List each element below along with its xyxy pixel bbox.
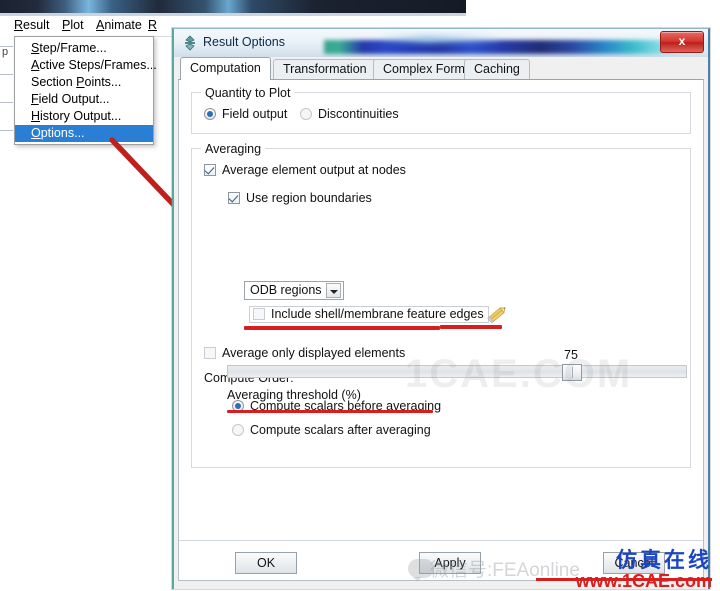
menu-item-history-output[interactable]: History Output... [15, 108, 153, 125]
menubar-item-plot[interactable]: Plot [62, 18, 84, 32]
checkbox-average-only-displayed-indicator [204, 347, 216, 359]
menu-item-active-steps-frames[interactable]: Active Steps/Frames... [15, 57, 157, 74]
abaqus-diamond-icon [185, 35, 195, 51]
dialog-title: Result Options [203, 35, 285, 49]
tab-computation[interactable]: Computation [180, 57, 271, 80]
checkbox-average-only-displayed[interactable]: Average only displayed elements [204, 346, 405, 360]
radio-compute-after-averaging-label: Compute scalars after averaging [250, 423, 431, 437]
menu-item-field-output[interactable]: Field Output... [15, 91, 153, 108]
menu-item-step-frame[interactable]: Step/Frame... [15, 40, 153, 57]
quantity-to-plot-group: Quantity to Plot Field output Discontinu… [191, 86, 691, 134]
radio-discontinuities-label: Discontinuities [318, 107, 399, 121]
radio-compute-after-averaging-indicator [232, 424, 244, 436]
checkbox-include-shell-feature-edges[interactable]: Include shell/membrane feature edges [249, 306, 489, 323]
app-titlebar-strip [0, 0, 466, 16]
averaging-group: Averaging Average element output at node… [191, 142, 691, 468]
menu-item-options[interactable]: Options... [15, 125, 153, 142]
menubar-item-report[interactable]: R [148, 18, 157, 32]
dialog-button-separator [179, 540, 703, 541]
averaging-threshold-label: Averaging threshold (%) [227, 388, 361, 402]
threshold-value-text: 75 [564, 348, 578, 362]
red-underline-threshold [227, 410, 433, 413]
checkbox-average-element-output[interactable]: Average element output at nodes [204, 163, 406, 177]
apply-button[interactable]: Apply [419, 552, 481, 574]
checkbox-include-shell-feature-edges-indicator [253, 308, 265, 320]
tab-transformation[interactable]: Transformation [273, 59, 377, 79]
averaging-threshold-slider[interactable] [227, 364, 687, 381]
checkbox-use-region-boundaries[interactable]: Use region boundaries [228, 191, 372, 205]
dialog-body: Quantity to Plot Field output Discontinu… [178, 79, 704, 581]
radio-field-output-indicator [204, 108, 216, 120]
ok-button[interactable]: OK [235, 552, 297, 574]
tab-complex-form[interactable]: Complex Form [373, 59, 475, 79]
radio-discontinuities[interactable]: Discontinuities [300, 107, 399, 121]
checkbox-average-element-output-label: Average element output at nodes [222, 163, 406, 177]
cancel-button[interactable]: Cancel [603, 552, 665, 574]
checkbox-average-element-output-indicator [204, 164, 216, 176]
radio-compute-after-averaging[interactable]: Compute scalars after averaging [232, 423, 431, 437]
red-underline-shell-edges-right [440, 325, 502, 329]
checkbox-average-only-displayed-label: Average only displayed elements [222, 346, 406, 360]
checkbox-include-shell-feature-edges-label: Include shell/membrane feature edges [271, 307, 484, 321]
result-options-dialog: Result Options x Computation Transformat… [172, 28, 710, 589]
checkbox-use-region-boundaries-indicator [228, 192, 240, 204]
averaging-title: Averaging [201, 142, 266, 156]
menu-item-section-points[interactable]: Section Points... [15, 74, 153, 91]
region-source-combobox[interactable]: ODB regions [244, 281, 344, 300]
pencil-highlight-icon [487, 307, 506, 324]
checkbox-use-region-boundaries-label: Use region boundaries [246, 191, 372, 205]
quantity-to-plot-title: Quantity to Plot [201, 86, 295, 100]
contour-plot-bleedthrough-highlight [379, 35, 499, 43]
menubar-item-animate[interactable]: Animate [96, 18, 142, 32]
close-icon[interactable]: x [660, 31, 704, 53]
chevron-down-icon[interactable] [326, 283, 341, 298]
tab-caching[interactable]: Caching [464, 59, 530, 79]
radio-field-output-label: Field output [222, 107, 288, 121]
red-underline-shell-edges-left [244, 326, 440, 330]
dialog-tab-bar: Computation Transformation Complex Form … [176, 57, 706, 80]
dialog-titlebar[interactable]: Result Options x [174, 29, 708, 57]
slider-handle[interactable] [561, 364, 582, 381]
result-dropdown-menu[interactable]: Step/Frame... Active Steps/Frames... Sec… [14, 36, 157, 145]
radio-field-output[interactable]: Field output [204, 107, 287, 121]
left-rail-label: p [2, 46, 9, 58]
menubar-item-result[interactable]: Result [14, 18, 49, 32]
radio-discontinuities-indicator [300, 108, 312, 120]
region-source-value: ODB regions [250, 283, 322, 297]
